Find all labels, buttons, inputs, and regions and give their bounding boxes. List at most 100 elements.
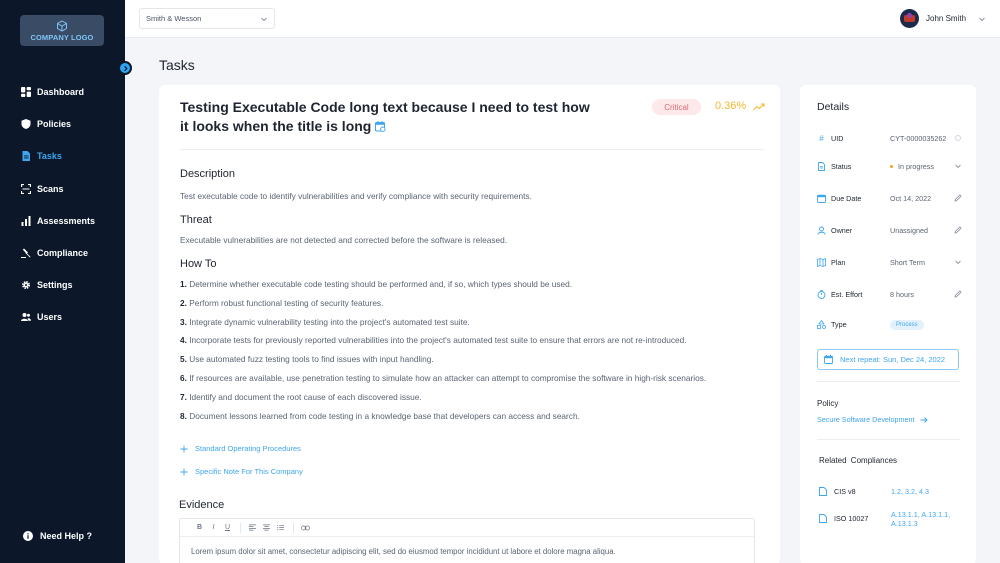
- sidebar-item-compliance[interactable]: Compliance: [0, 243, 125, 263]
- compliance-row: CIS v8 1.2, 3.2, 4.3: [819, 487, 961, 496]
- detail-label: Plan: [831, 257, 846, 267]
- sidebar-item-label: Assessments: [37, 215, 96, 226]
- list-button[interactable]: [275, 522, 286, 533]
- list-item: 3. Integrate dynamic vulnerability testi…: [180, 316, 470, 327]
- pencil-icon[interactable]: [954, 290, 962, 298]
- detail-label: Owner: [831, 225, 853, 235]
- details-card: Details # UID CYT-0000035262 Status In p…: [800, 85, 976, 563]
- compliance-controls[interactable]: A.13.1.1, A.13.1.1, A.13.1.3: [891, 510, 951, 528]
- add-sop-label: Standard Operating Procedures: [195, 444, 301, 453]
- evidence-editor[interactable]: B I U Lorem ipsum dolor sit amet, consec…: [179, 518, 755, 563]
- howto-steps: 1. Determine whether executable code tes…: [180, 278, 706, 428]
- italic-button[interactable]: I: [208, 522, 219, 533]
- detail-value: Oct 14, 2022: [890, 193, 932, 203]
- sidebar-item-users[interactable]: Users: [0, 307, 125, 327]
- plus-icon: [180, 445, 188, 452]
- gavel-icon: [21, 248, 31, 258]
- users-icon: [21, 313, 31, 322]
- detail-due-date: Due Date Oct 14, 2022: [817, 191, 962, 205]
- add-note-link[interactable]: Specific Note For This Company: [180, 467, 303, 476]
- top-bar: Smith & Wesson John Smith: [125, 0, 1000, 38]
- sidebar-item-label: Scans: [37, 183, 64, 194]
- evidence-heading: Evidence: [179, 499, 225, 511]
- chevron-down-icon[interactable]: [954, 162, 962, 170]
- shield-icon: [21, 119, 31, 130]
- info-icon: [23, 531, 33, 541]
- list-item: 2. Perform robust functional testing of …: [180, 297, 384, 308]
- detail-label: Est. Effort: [831, 289, 863, 299]
- user-icon: [817, 226, 826, 235]
- policy-link-label: Secure Software Development: [817, 415, 915, 424]
- sidebar-collapse-button[interactable]: [118, 61, 132, 75]
- type-badge: Process: [890, 319, 924, 330]
- divider: [180, 149, 764, 150]
- compliance-row: ISO 10027 A.13.1.1, A.13.1.1, A.13.1.3: [819, 510, 961, 528]
- chevron-down-icon[interactable]: [954, 258, 962, 266]
- user-name: John Smith: [926, 14, 967, 23]
- policy-link[interactable]: Secure Software Development: [817, 415, 929, 424]
- align-center-icon: [263, 524, 270, 531]
- trend-up-icon: [753, 103, 765, 111]
- description-text: Test executable code to identify vulnera…: [180, 191, 532, 201]
- list-item: 1. Determine whether executable code tes…: [180, 279, 573, 289]
- need-help-link[interactable]: Need Help ?: [23, 531, 92, 541]
- sidebar-item-policies[interactable]: Policies: [0, 114, 125, 134]
- link-button[interactable]: [300, 522, 311, 533]
- next-repeat-label: Next repeat: Sun, Dec 24, 2022: [840, 355, 946, 364]
- align-left-button[interactable]: [247, 522, 258, 533]
- sidebar-item-tasks[interactable]: Tasks: [0, 146, 125, 166]
- chevron-down-icon: [979, 17, 985, 21]
- sidebar-item-settings[interactable]: Settings: [0, 275, 125, 295]
- sidebar-nav: Dashboard Policies Tasks Scans Assessmen…: [0, 82, 125, 340]
- add-note-label: Specific Note For This Company: [195, 467, 303, 476]
- document-icon: [818, 161, 825, 171]
- document-icon: [819, 487, 827, 496]
- user-menu[interactable]: John Smith: [900, 9, 986, 28]
- copy-icon[interactable]: [954, 134, 962, 142]
- calendar-edit-icon[interactable]: [375, 121, 386, 132]
- sidebar-item-assessments[interactable]: Assessments: [0, 211, 125, 231]
- need-help-label: Need Help ?: [40, 531, 93, 541]
- align-left-icon: [249, 524, 256, 531]
- chevron-down-icon: [261, 17, 267, 22]
- detail-label: Status: [831, 161, 852, 171]
- company-logo[interactable]: COMPANY LOGO: [20, 15, 104, 46]
- details-heading: Details: [817, 101, 850, 113]
- compliance-controls[interactable]: 1.2, 3.2, 4.3: [891, 487, 929, 496]
- divider: [817, 439, 960, 440]
- sidebar-item-label: Tasks: [37, 151, 62, 162]
- sidebar: COMPANY LOGO Dashboard Policies Tasks Sc…: [0, 0, 125, 563]
- list-item: 7. Identify and document the root cause …: [180, 391, 422, 402]
- detail-owner: Owner Unassigned: [817, 223, 962, 237]
- sidebar-item-label: Compliance: [37, 247, 89, 258]
- company-select[interactable]: Smith & Wesson: [139, 8, 275, 29]
- pencil-icon[interactable]: [954, 226, 962, 234]
- detail-value: 8 hours: [890, 289, 914, 299]
- detail-value: CYT-0000035262: [890, 133, 947, 143]
- sidebar-item-label: Settings: [37, 280, 73, 291]
- pencil-icon[interactable]: [954, 194, 962, 202]
- add-sop-link[interactable]: Standard Operating Procedures: [180, 444, 301, 453]
- underline-button[interactable]: U: [222, 522, 233, 533]
- cube-icon: [57, 19, 67, 32]
- company-select-value: Smith & Wesson: [146, 14, 202, 23]
- list-icon: [277, 524, 284, 531]
- align-center-button[interactable]: [261, 522, 272, 533]
- list-item: 4. Incorporate tests for previously repo…: [180, 335, 687, 346]
- sidebar-item-dashboard[interactable]: Dashboard: [0, 82, 125, 102]
- compliance-name: CIS v8: [834, 487, 856, 496]
- next-repeat-button[interactable]: Next repeat: Sun, Dec 24, 2022: [817, 349, 959, 370]
- task-title: Testing Executable Code long text becaus…: [180, 98, 600, 136]
- chevron-right-icon: [123, 65, 128, 71]
- toolbar-divider: [240, 522, 241, 533]
- status-select[interactable]: In progress: [890, 162, 954, 171]
- list-item: 6. If resources are available, use penet…: [180, 372, 707, 383]
- evidence-text[interactable]: Lorem ipsum dolor sit amet, consectetur …: [180, 537, 754, 556]
- sidebar-item-scans[interactable]: Scans: [0, 179, 125, 199]
- bold-button[interactable]: B: [194, 522, 205, 533]
- detail-label: Type: [831, 319, 847, 329]
- dashboard-icon: [21, 87, 31, 97]
- detail-value: Short Term: [890, 257, 926, 267]
- detail-status: Status In progress: [817, 159, 962, 173]
- detail-label: UID: [831, 133, 844, 143]
